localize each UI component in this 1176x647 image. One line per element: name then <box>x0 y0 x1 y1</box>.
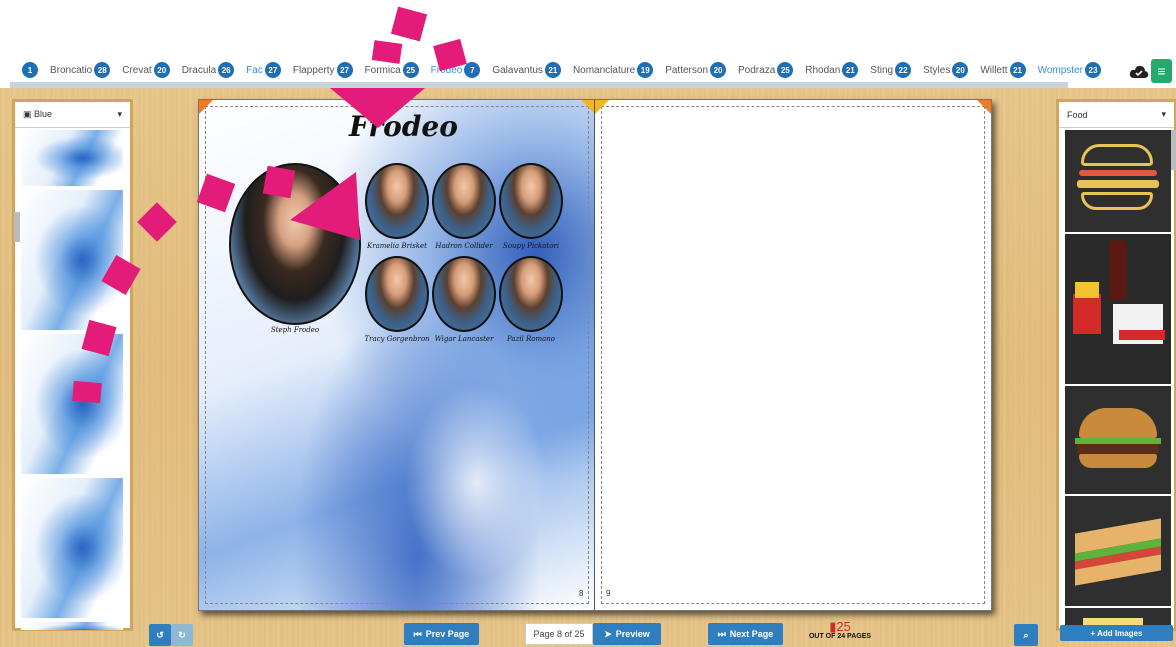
tab-podraza[interactable]: Podraza 25 <box>732 58 799 82</box>
teacher-name-caption[interactable]: Steph Frodeo <box>249 326 341 334</box>
tab-count-badge: 20 <box>710 62 727 78</box>
menu-icon[interactable]: ≡ <box>1151 59 1172 83</box>
undo-button[interactable]: ↺ <box>149 624 171 646</box>
background-category-value: Blue <box>34 109 53 119</box>
page-comment-corner[interactable] <box>581 100 595 114</box>
image-icon: ▣ <box>23 109 32 119</box>
food-thumbnail-burger-sketch[interactable] <box>1065 130 1171 232</box>
pages-total: 25 <box>836 619 851 634</box>
caret-down-icon: ▾ <box>117 109 122 119</box>
tab-count-badge: 20 <box>952 62 969 78</box>
redo-icon: ↻ <box>178 629 186 640</box>
tab-patterson[interactable]: Patterson 20 <box>659 58 732 82</box>
tab-count-badge: 19 <box>637 62 654 78</box>
preview-button[interactable]: ➤ Preview <box>593 623 661 645</box>
tab-count-badge: 7 <box>464 62 481 78</box>
tab-count-badge: 27 <box>264 62 281 78</box>
undo-icon: ↺ <box>156 629 164 640</box>
student-portrait[interactable] <box>365 256 429 332</box>
student-name-caption[interactable]: Soupy Pickatori <box>493 242 569 250</box>
student-name-caption[interactable]: Pazil Romano <box>493 335 569 343</box>
tab-count-badge: 21 <box>544 62 561 78</box>
tab-rhodan[interactable]: Rhodan 21 <box>799 58 864 82</box>
clipart-category-value: Food <box>1067 109 1088 120</box>
background-thumbnail[interactable] <box>21 478 123 620</box>
tab-dracula[interactable]: Dracula 26 <box>176 58 240 82</box>
caret-down-icon: ▾ <box>1161 109 1166 119</box>
food-thumbnail-hamburger[interactable] <box>1065 386 1171 494</box>
tab-class-1[interactable]: 1 <box>10 58 44 82</box>
left-panel-scrollbar[interactable] <box>14 212 20 242</box>
right-page[interactable]: 9 <box>595 100 991 610</box>
tab-count-badge: 28 <box>94 62 111 78</box>
next-page-button[interactable]: ⏭ Next Page <box>708 623 783 645</box>
tab-count-badge: 23 <box>1084 62 1101 78</box>
food-thumbnail-fast-food[interactable] <box>1065 234 1171 384</box>
background-category-select[interactable]: ▣ Blue ▾ <box>15 102 130 128</box>
prev-page-button[interactable]: ⏮ Prev Page <box>404 623 479 645</box>
tab-willett[interactable]: Willett 21 <box>974 58 1031 82</box>
tab-count-badge: 1 <box>22 62 38 78</box>
skip-back-icon: ⏮ <box>413 628 422 639</box>
tab-wompster[interactable]: Wompster 23 <box>1032 58 1107 82</box>
tab-broncatio[interactable]: Broncatio 28 <box>44 58 116 82</box>
page-count-summary: ▮25 OUT OF 24 PAGES <box>800 620 880 640</box>
left-page-number: 8 <box>579 589 584 598</box>
search-icon: ⌕ <box>1023 629 1029 640</box>
cloud-save-icon[interactable] <box>1128 61 1150 83</box>
clipart-panel: Food ▾ <box>1056 99 1176 631</box>
student-name-caption[interactable]: Kramelia Brisket <box>359 242 435 250</box>
page-settings-corner[interactable] <box>977 100 991 114</box>
background-thumbnail[interactable] <box>21 190 123 332</box>
student-portrait[interactable] <box>432 256 496 332</box>
student-name-caption[interactable]: Wigar Lancaster <box>426 335 502 343</box>
tab-count-badge: 25 <box>777 62 794 78</box>
student-name-caption[interactable]: Hadron Collider <box>426 242 502 250</box>
clipart-category-select[interactable]: Food ▾ <box>1059 102 1174 128</box>
right-panel-scrollbar[interactable] <box>1171 130 1176 170</box>
tab-galavantus[interactable]: Galavantus 21 <box>486 58 567 82</box>
tab-fac[interactable]: Fac 27 <box>240 58 287 82</box>
class-tab-bar: 1 Broncatio 28 Crevat 20 Dracula 26 Fac 27 F… <box>10 58 1101 88</box>
tab-crevat[interactable]: Crevat 20 <box>116 58 175 82</box>
add-images-button[interactable]: + Add Images <box>1060 625 1173 641</box>
right-page-safe-area <box>601 106 985 604</box>
student-portrait[interactable] <box>432 163 496 239</box>
student-portrait[interactable] <box>499 256 563 332</box>
background-image-panel: ▣ Blue ▾ <box>12 99 133 631</box>
page-settings-corner[interactable] <box>199 100 213 114</box>
send-icon: ➤ <box>604 628 612 639</box>
tab-sting[interactable]: Sting 22 <box>864 58 917 82</box>
page-indicator: Page 8 of 25 <box>525 623 593 645</box>
student-portrait[interactable] <box>499 163 563 239</box>
tab-count-badge: 22 <box>895 62 912 78</box>
zoom-search-button[interactable]: ⌕ <box>1014 624 1038 646</box>
food-thumbnail-sandwich[interactable] <box>1065 496 1171 606</box>
redo-button[interactable]: ↻ <box>171 624 193 646</box>
tab-count-badge: 20 <box>153 62 170 78</box>
right-page-number: 9 <box>606 589 611 598</box>
pages-out-of: OUT OF 24 PAGES <box>808 633 872 640</box>
background-thumbnail-list[interactable] <box>15 128 130 630</box>
student-name-caption[interactable]: Tracy Gorgenbron <box>359 335 435 343</box>
background-thumbnail[interactable] <box>21 130 123 188</box>
tab-styles[interactable]: Styles 20 <box>917 58 974 82</box>
pointer-arrow-icon <box>290 88 425 240</box>
tab-nomanclature[interactable]: Nomanclature 19 <box>567 58 659 82</box>
tab-count-badge: 21 <box>842 62 859 78</box>
skip-forward-icon: ⏭ <box>717 628 726 639</box>
tab-count-badge: 21 <box>1009 62 1026 78</box>
page-comment-corner[interactable] <box>595 100 609 114</box>
clipart-thumbnail-list[interactable] <box>1059 128 1174 630</box>
background-thumbnail[interactable] <box>21 622 123 630</box>
tab-count-badge: 26 <box>218 62 235 78</box>
